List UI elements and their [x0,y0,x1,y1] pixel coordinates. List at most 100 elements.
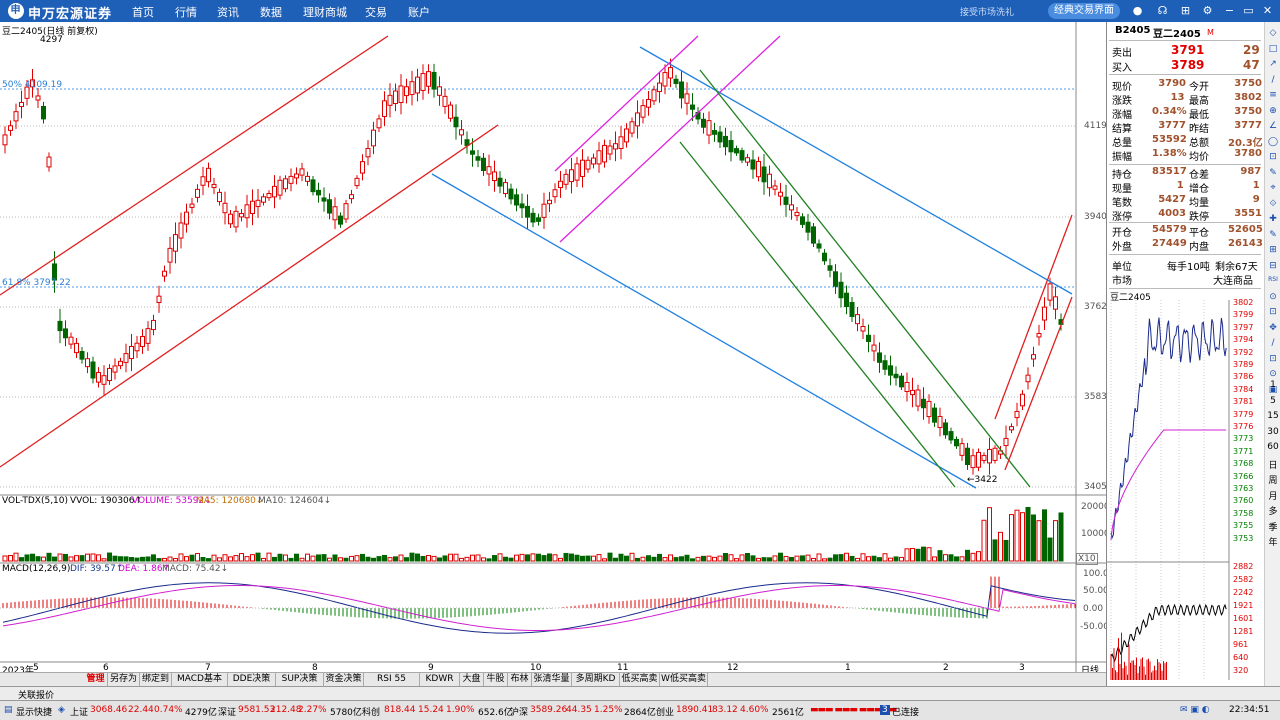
draw-tool-icon[interactable]: ⊞ [1267,245,1279,257]
candle-body [305,175,310,182]
period-button[interactable]: 多 [1267,504,1279,517]
cy-index-label[interactable]: 创业 [656,705,674,718]
restore-icon[interactable]: ▭ [1241,3,1256,18]
indicator-tab[interactable]: 多周期KD [572,673,620,686]
draw-tool-icon[interactable]: ⊟ [1267,261,1279,273]
draw-tool-icon[interactable]: ⊕ [1267,106,1279,118]
headset-icon[interactable]: ☊ [1155,3,1170,18]
conn-status[interactable]: 已连接 [892,705,919,718]
period-button[interactable]: 年 [1267,535,1279,548]
menu-trade[interactable]: 交易 [365,4,387,20]
period-button[interactable]: 季 [1267,520,1279,533]
quote-label: 最高 [1189,96,1209,107]
hs-index-label[interactable]: 沪深 [510,705,528,718]
menu-data[interactable]: 数据 [260,4,282,20]
candle-body [382,100,387,117]
period-button[interactable]: 周 [1267,473,1279,486]
quote-value: 52605 [1228,224,1263,235]
candle-body [552,189,558,198]
circle-icon[interactable]: ● [1130,3,1145,18]
candle-body [635,112,640,127]
candle-body [954,438,959,447]
kc-index-label[interactable]: 科创 [362,705,380,718]
candle-body [140,336,145,347]
indicator-tab[interactable]: DDE决策 [228,673,276,686]
draw-tool-icon[interactable]: ≡ [1267,90,1279,102]
kline-chart[interactable] [0,22,1106,672]
volume-bar [822,558,827,562]
menu-home[interactable]: 首页 [132,4,154,20]
period-button[interactable]: 30 [1267,427,1279,439]
period-button[interactable]: 60 [1267,442,1279,454]
candle-body [1020,393,1025,407]
draw-tool-icon[interactable]: ⌖ [1267,183,1279,195]
grid-icon[interactable]: ⊞ [1178,3,1193,18]
period-button[interactable]: 1 [1267,380,1279,392]
period-button[interactable]: 月 [1267,489,1279,502]
indicator-tab[interactable]: 大盘 [460,673,484,686]
volume-bar [745,553,750,562]
quote-value: 4003 [1158,208,1187,219]
draw-tool-icon[interactable]: ∠ [1267,121,1279,133]
indicator-tab[interactable]: 低买高卖 [620,673,660,686]
volume-bar [794,555,800,562]
menu-account[interactable]: 账户 [408,4,430,20]
conn-count: 3 [880,705,890,715]
draw-tool-icon[interactable]: ⊡ [1267,152,1279,164]
draw-tool-icon[interactable]: / [1267,75,1279,87]
indicator-tab[interactable]: RSI 55 [364,673,420,686]
candle-body [145,328,151,344]
period-button[interactable]: 日 [1267,458,1279,471]
indicator-tab[interactable]: KDWR [420,673,460,686]
volume-bar [530,553,536,562]
draw-tool-icon[interactable]: ✥ [1267,323,1279,335]
indicator-tab[interactable]: 布林 [508,673,532,686]
draw-tool-icon[interactable]: / [1267,338,1279,350]
shortcut-icon[interactable]: ▤ [4,705,13,715]
show-shortcut[interactable]: 显示快捷 [16,705,52,718]
draw-tool-icon[interactable]: ⊙ [1267,292,1279,304]
draw-tool-icon[interactable]: ⊡ [1267,307,1279,319]
chart-area[interactable]: 豆二2405(日线 前复权) 4297 ←3422 50% 4109.19 61… [0,22,1110,686]
sh-index-label[interactable]: 上证 [70,705,88,718]
sz-index-label[interactable]: 深证 [218,705,236,718]
draw-tool-icon[interactable]: RSI [1267,276,1279,288]
indicator-tab[interactable]: 资金决策 [324,673,364,686]
minimize-icon[interactable]: − [1222,3,1237,18]
gear-icon[interactable]: ⚙ [1200,3,1215,18]
candles [2,58,1064,475]
draw-tool-icon[interactable]: ◯ [1267,137,1279,149]
indicator-tab[interactable]: 管理 [84,673,108,686]
notify-icon[interactable]: ✉ ▣ ◐ [1180,705,1210,715]
indicator-tab[interactable]: 牛股 [484,673,508,686]
draw-tool-icon[interactable]: ⟐ [1267,199,1279,211]
indicator-tab[interactable]: 另存为 [108,673,140,686]
unit-label: 单位 [1112,262,1132,273]
indicator-tab[interactable]: 张清华量 [532,673,572,686]
draw-tool-icon[interactable]: □ [1267,44,1279,56]
draw-tool-icon[interactable]: ↗ [1267,59,1279,71]
menu-news[interactable]: 资讯 [217,4,239,20]
draw-tool-icon[interactable]: ✚ [1267,214,1279,226]
indicator-tab[interactable]: MACD基本 [172,673,228,686]
indicator-tab[interactable]: 绑定到 [140,673,172,686]
volume-bar [233,555,239,562]
menu-mall[interactable]: 理财商城 [303,4,347,20]
draw-tool-icon[interactable]: ⊡ [1267,354,1279,366]
period-button[interactable]: 15 [1267,411,1279,423]
draw-tool-icon[interactable]: ✎ [1267,168,1279,180]
close-icon[interactable]: ✕ [1260,3,1275,18]
volume-bar [838,554,844,562]
volume-bar [866,556,871,562]
volume-bar [552,554,558,562]
period-button[interactable]: 5 [1267,396,1279,408]
classic-trade-button[interactable]: 经典交易界面 [1048,3,1120,19]
indicator-tab[interactable]: SUP决策 [276,673,324,686]
candle-body [299,168,305,176]
candle-body [475,156,481,161]
slogan: 接受市场洗礼 [960,8,1015,18]
indicator-tab[interactable]: W低买高卖 [660,673,708,686]
menu-quotes[interactable]: 行情 [175,4,197,20]
draw-tool-icon[interactable]: ✎ [1267,230,1279,242]
draw-tool-icon[interactable]: ◇ [1267,28,1279,40]
